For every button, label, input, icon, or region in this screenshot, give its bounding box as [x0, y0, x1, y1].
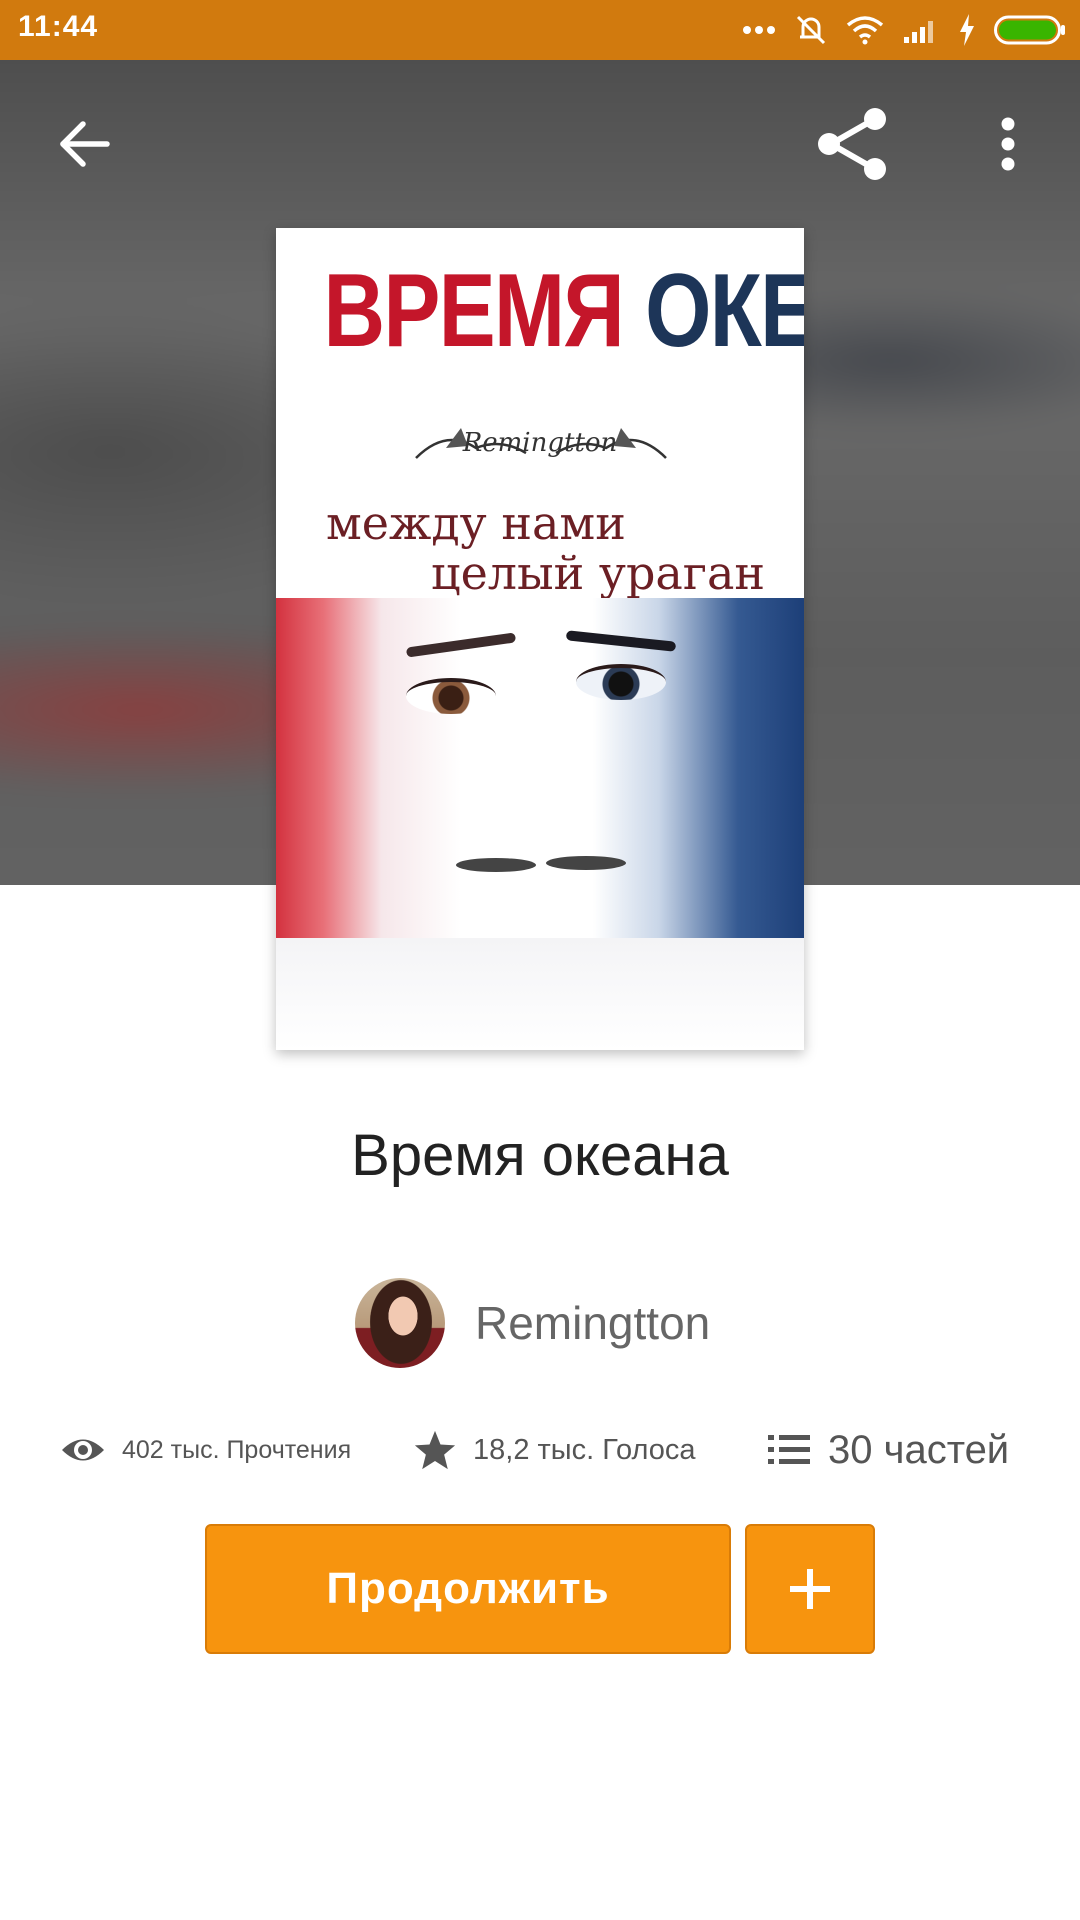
- cover-art-lip-right: [546, 856, 626, 870]
- mute-icon: [796, 15, 826, 45]
- share-button[interactable]: [805, 96, 901, 192]
- signal-icon: [904, 21, 933, 43]
- cover-bottom-area: [276, 938, 804, 1050]
- status-bar: 11:44: [0, 0, 1080, 60]
- eye-icon: [62, 1439, 104, 1461]
- cover-title: ВРЕМЯ ОКЕАНА: [323, 246, 804, 376]
- plus-icon: [790, 1569, 830, 1609]
- battery-icon: [994, 15, 1065, 45]
- status-icons: [742, 12, 1066, 48]
- author-link[interactable]: Remingtton: [355, 1278, 710, 1368]
- reads-count: 402 тыс. Прочтения: [122, 1435, 352, 1464]
- star-icon: [414, 1430, 456, 1470]
- author-name[interactable]: Remingtton: [475, 1296, 710, 1350]
- author-avatar[interactable]: [355, 1278, 445, 1368]
- cover-signature: Remingtton: [462, 428, 618, 458]
- more-options-button[interactable]: [960, 96, 1056, 192]
- cover-subtitle-line2: целый ураган: [431, 546, 766, 600]
- book-cover[interactable]: ВРЕМЯ ОКЕАНА Remingtton между нами целый…: [276, 228, 804, 1050]
- list-icon: [768, 1435, 810, 1464]
- cover-art-eye-left: [406, 678, 496, 714]
- add-to-library-button[interactable]: [745, 1524, 875, 1654]
- parts-count[interactable]: 30 частей: [828, 1428, 1009, 1473]
- cover-subtitle-line1: между нами: [326, 496, 626, 550]
- arrow-left-icon: [60, 121, 110, 167]
- reads-stat: 402 тыс. Прочтения: [60, 1420, 351, 1480]
- votes-count: 18,2 тыс. Голоса: [473, 1433, 696, 1466]
- status-time: 11:44: [18, 10, 99, 43]
- more-dots-icon: [743, 26, 775, 34]
- book-title: Время океана: [351, 1123, 729, 1188]
- more-vert-icon: [1001, 117, 1015, 171]
- story-stats: 402 тыс. Прочтения 18,2 тыс. Голоса 30 ч…: [0, 1420, 1080, 1480]
- continue-reading-button[interactable]: Продолжить: [205, 1524, 731, 1654]
- cover-art-lip-left: [456, 858, 536, 872]
- cover-title-red: ВРЕМЯ: [323, 253, 625, 369]
- share-icon: [818, 108, 886, 180]
- cover-art-eye-right: [576, 664, 666, 700]
- charging-icon: [960, 14, 974, 46]
- parts-stat[interactable]: 30 частей: [768, 1420, 1009, 1480]
- cover-title-blue: ОКЕАНА: [645, 253, 804, 369]
- wifi-icon: [846, 16, 884, 45]
- votes-stat: 18,2 тыс. Голоса: [413, 1420, 696, 1480]
- back-button[interactable]: [36, 96, 132, 192]
